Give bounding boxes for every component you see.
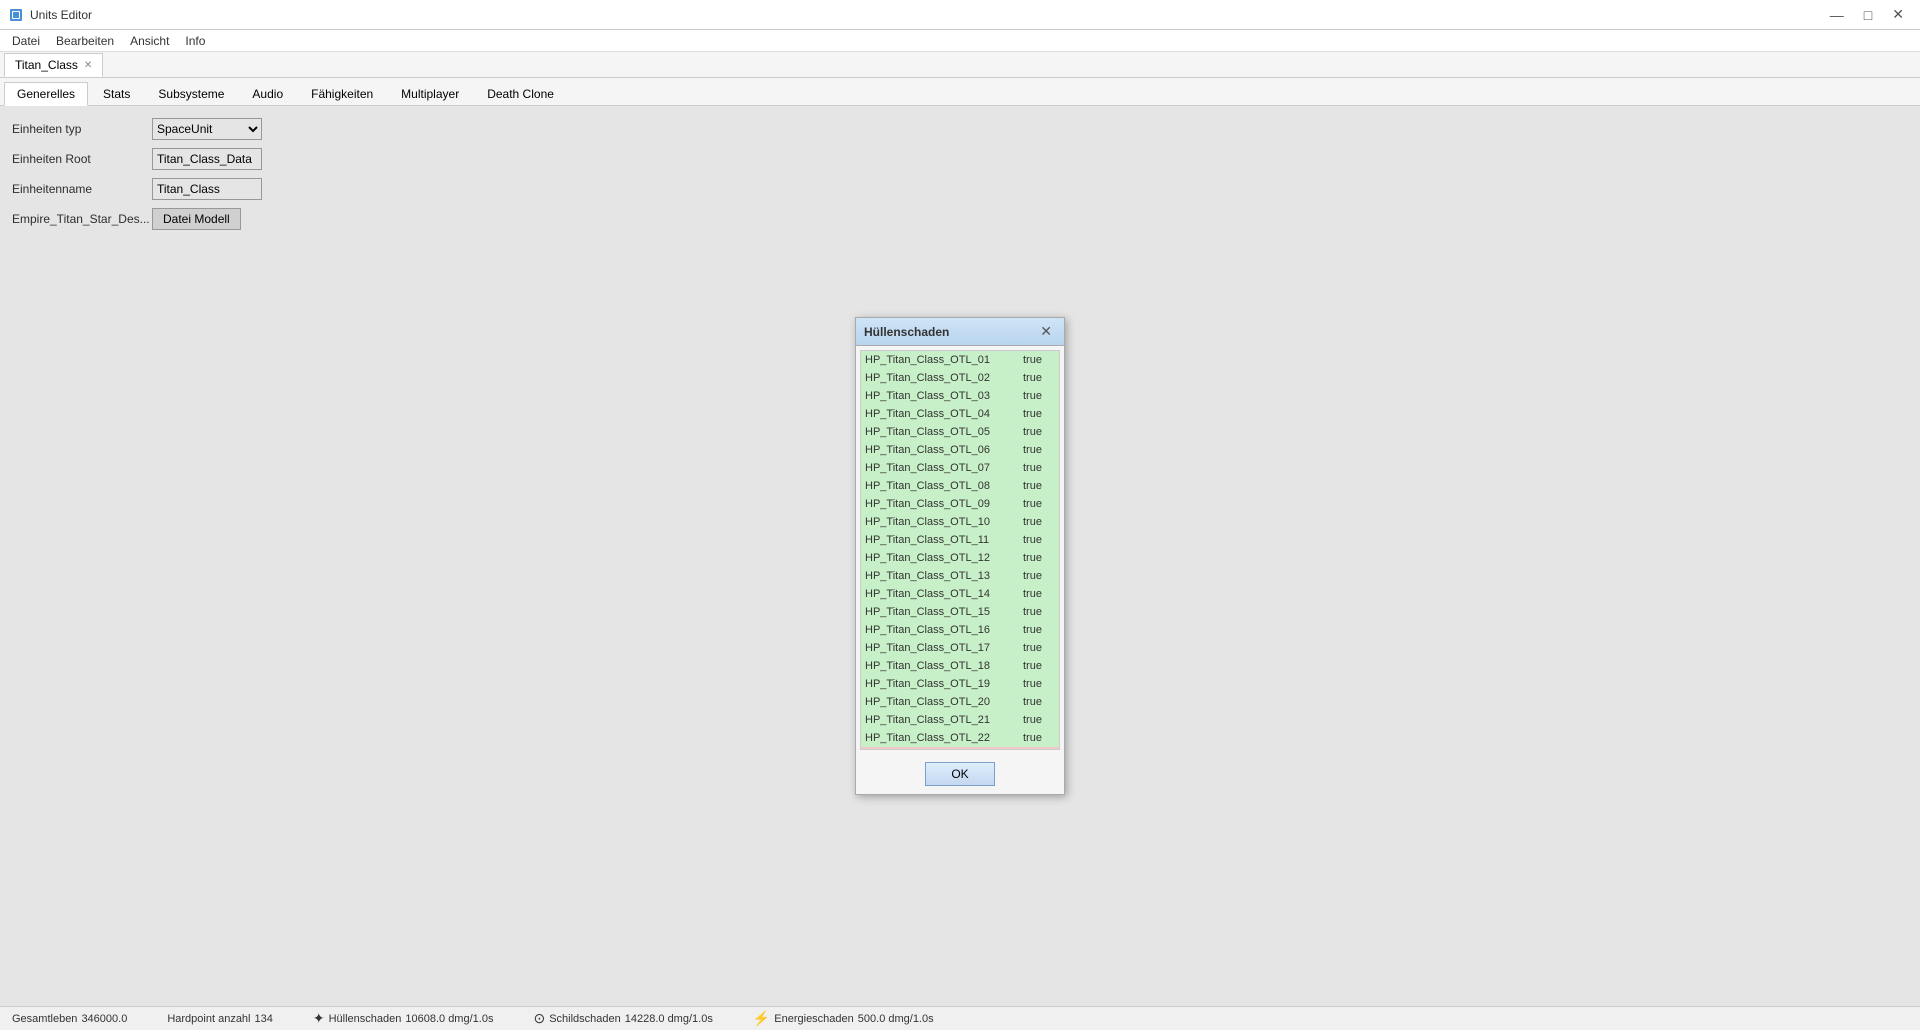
dialog-list-item[interactable]: HP_Titan_Class_OTL_08true: [861, 477, 1059, 495]
nav-tabs: Generelles Stats Subsysteme Audio Fähigk…: [0, 78, 1920, 106]
menu-bar: Datei Bearbeiten Ansicht Info: [0, 30, 1920, 52]
maximize-button[interactable]: □: [1856, 4, 1880, 25]
dialog-list-item[interactable]: HP_Titan_Class_OTL_16true: [861, 621, 1059, 639]
dialog-list-item[interactable]: HP_Titan_Class_OTL_20true: [861, 693, 1059, 711]
dialog-list-item[interactable]: HP_Titan_Class_OTL_19true: [861, 675, 1059, 693]
huellenschaden-icon: ✦: [313, 1010, 325, 1027]
app-icon: [8, 7, 24, 23]
menu-item-info[interactable]: Info: [177, 32, 213, 50]
hardpoint-value: 134: [255, 1013, 273, 1025]
tab-stats[interactable]: Stats: [90, 81, 143, 105]
dialog-footer: OK: [856, 754, 1064, 794]
dialog-list-item[interactable]: HP_Titan_Class_OTL_12true: [861, 549, 1059, 567]
dialog-list-item[interactable]: HP_Titan_Class_OTL_11true: [861, 531, 1059, 549]
gesamtleben-label: Gesamtleben: [12, 1013, 77, 1025]
dialog-list-item[interactable]: HP_Titan_Class_OTL_17true: [861, 639, 1059, 657]
dialog-list-item[interactable]: HP_Titan_Class_OTL_07true: [861, 459, 1059, 477]
tab-faehigkeiten[interactable]: Fähigkeiten: [298, 81, 386, 105]
dialog-list-item[interactable]: HP_Titan_Class_OTL_09true: [861, 495, 1059, 513]
file-tabs: Titan_Class ✕: [0, 52, 1920, 78]
dialog-list-item[interactable]: HP_Titan_Class_OTL_21true: [861, 711, 1059, 729]
dialog-list-container: HP_Titan_Class_OTL_01trueHP_Titan_Class_…: [860, 350, 1060, 750]
energieschaden-value: 500.0 dmg/1.0s: [858, 1013, 934, 1025]
file-tab-label: Titan_Class: [15, 58, 78, 72]
huellenschaden-dialog: Hüllenschaden ✕ HP_Titan_Class_OTL_01tru…: [855, 317, 1065, 795]
file-tab-titan-class[interactable]: Titan_Class ✕: [4, 53, 103, 77]
status-bar: Gesamtleben 346000.0 Hardpoint anzahl 13…: [0, 1006, 1920, 1030]
hardpoint-label: Hardpoint anzahl: [167, 1013, 250, 1025]
status-huellenschaden: ✦ Hüllenschaden 10608.0 dmg/1.0s: [313, 1010, 494, 1027]
dialog-list[interactable]: HP_Titan_Class_OTL_01trueHP_Titan_Class_…: [861, 351, 1059, 749]
status-hardpoint: Hardpoint anzahl 134: [167, 1013, 273, 1025]
status-energieschaden: ⚡ Energieschaden 500.0 dmg/1.0s: [753, 1010, 934, 1027]
dialog-list-item[interactable]: HP_Titan_Class_OTL_18true: [861, 657, 1059, 675]
dialog-list-item[interactable]: HP_Titan_Class_OTL_15true: [861, 603, 1059, 621]
dialog-close-button[interactable]: ✕: [1036, 323, 1056, 340]
tab-generelles[interactable]: Generelles: [4, 82, 88, 106]
window-controls: — □ ✕: [1822, 4, 1912, 25]
dialog-list-item[interactable]: HP_Titan_Class_OTL_06true: [861, 441, 1059, 459]
minimize-button[interactable]: —: [1822, 4, 1852, 25]
file-tab-close-icon[interactable]: ✕: [84, 60, 92, 71]
title-bar: Units Editor — □ ✕: [0, 0, 1920, 30]
status-gesamtleben: Gesamtleben 346000.0: [12, 1013, 127, 1025]
modal-overlay: Hüllenschaden ✕ HP_Titan_Class_OTL_01tru…: [0, 106, 1920, 1006]
tab-death-clone[interactable]: Death Clone: [474, 81, 567, 105]
dialog-list-item[interactable]: HP_Titan_Class_OTL_03true: [861, 387, 1059, 405]
menu-item-bearbeiten[interactable]: Bearbeiten: [48, 32, 122, 50]
dialog-ok-button[interactable]: OK: [925, 762, 995, 786]
dialog-list-item[interactable]: HP_Titan_Class_OTL_22true: [861, 729, 1059, 747]
dialog-list-item[interactable]: HP_Titan_Class_OTL_02true: [861, 369, 1059, 387]
dialog-list-item[interactable]: HP_Titan_Class_QIC_01false: [861, 747, 1059, 749]
huellenschaden-label: Hüllenschaden: [329, 1013, 402, 1025]
menu-item-datei[interactable]: Datei: [4, 32, 48, 50]
menu-item-ansicht[interactable]: Ansicht: [122, 32, 177, 50]
dialog-list-item[interactable]: HP_Titan_Class_OTL_14true: [861, 585, 1059, 603]
dialog-list-item[interactable]: HP_Titan_Class_OTL_01true: [861, 351, 1059, 369]
dialog-list-item[interactable]: HP_Titan_Class_OTL_05true: [861, 423, 1059, 441]
dialog-list-item[interactable]: HP_Titan_Class_OTL_04true: [861, 405, 1059, 423]
schildschaden-icon: ⊙: [533, 1010, 545, 1027]
close-button[interactable]: ✕: [1884, 4, 1912, 25]
dialog-list-item[interactable]: HP_Titan_Class_OTL_13true: [861, 567, 1059, 585]
gesamtleben-value: 346000.0: [81, 1013, 127, 1025]
dialog-titlebar: Hüllenschaden ✕: [856, 318, 1064, 346]
app-title: Units Editor: [30, 8, 1822, 22]
tab-subsysteme[interactable]: Subsysteme: [145, 81, 237, 105]
dialog-list-item[interactable]: HP_Titan_Class_OTL_10true: [861, 513, 1059, 531]
status-schildschaden: ⊙ Schildschaden 14228.0 dmg/1.0s: [533, 1010, 712, 1027]
tab-audio[interactable]: Audio: [239, 81, 296, 105]
huellenschaden-value: 10608.0 dmg/1.0s: [405, 1013, 493, 1025]
energieschaden-label: Energieschaden: [774, 1013, 854, 1025]
tab-multiplayer[interactable]: Multiplayer: [388, 81, 472, 105]
schildschaden-label: Schildschaden: [549, 1013, 621, 1025]
schildschaden-value: 14228.0 dmg/1.0s: [625, 1013, 713, 1025]
main-content: Einheiten typ SpaceUnit Einheiten Root E…: [0, 106, 1920, 1006]
dialog-title: Hüllenschaden: [864, 325, 949, 339]
energieschaden-icon: ⚡: [753, 1010, 770, 1027]
